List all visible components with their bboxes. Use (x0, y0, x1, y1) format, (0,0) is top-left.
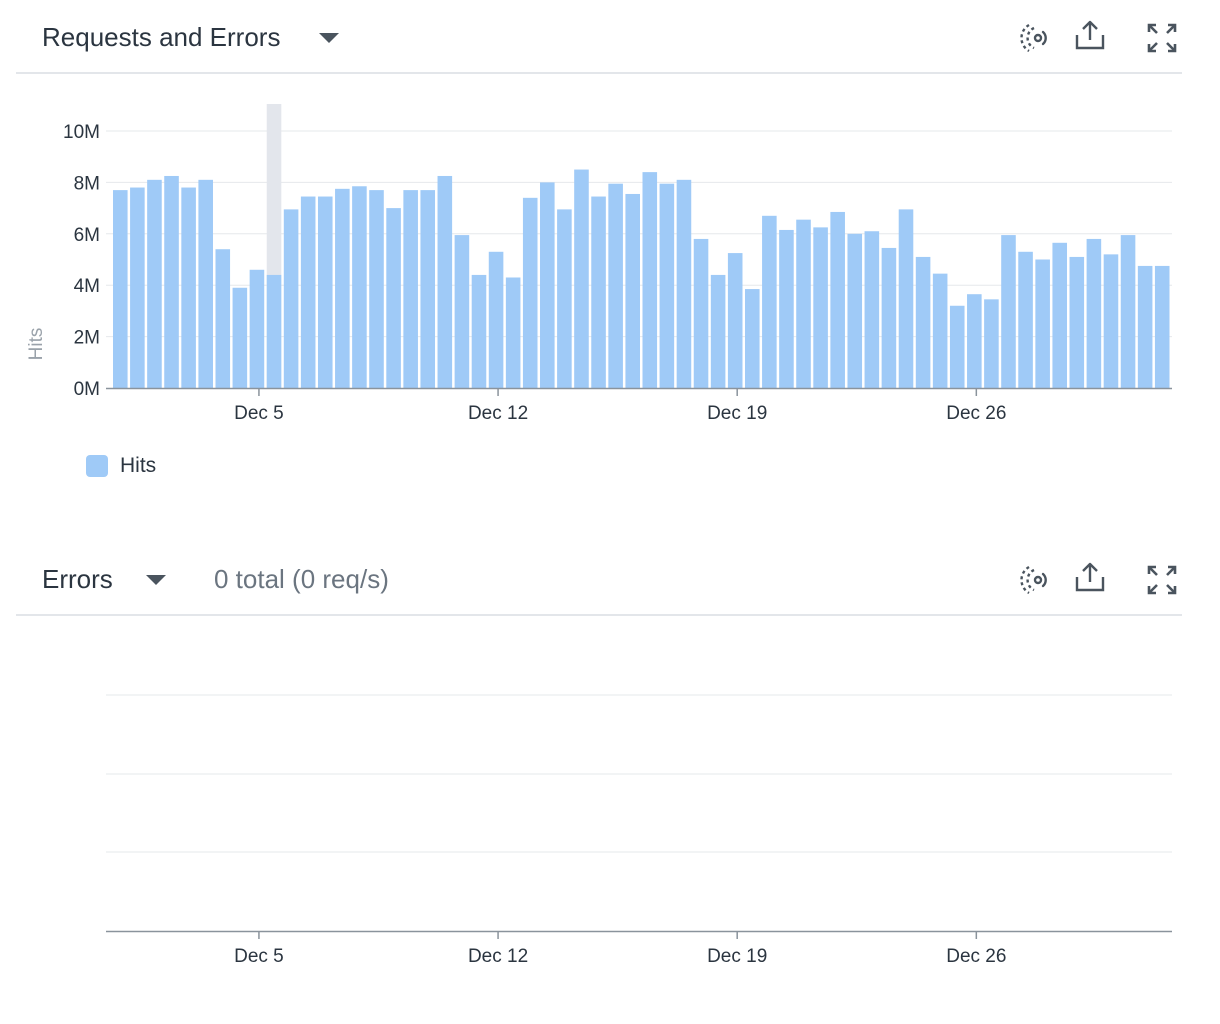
x-tick-label: Dec 26 (946, 946, 1006, 967)
errors-panel-title: Errors (42, 564, 113, 594)
bar-hits[interactable] (932, 273, 948, 388)
bar-hits[interactable] (1086, 238, 1102, 388)
hits-bar-chart: 0M 2M 4M 6M 8M 10M Dec 5 Dec 12 Dec 19 Dec 26 Hi… (26, 104, 1172, 424)
bar-hits[interactable] (659, 183, 675, 388)
errors-bar-chart: Dec 5 Dec 12 Dec 19 Dec 26 (106, 694, 1172, 967)
bar-hits[interactable] (1137, 265, 1153, 388)
bar-hits[interactable] (984, 299, 999, 388)
bar-hits[interactable] (949, 305, 965, 388)
bar-hits[interactable] (300, 196, 316, 388)
bar-hits[interactable] (608, 183, 623, 388)
bar-hits[interactable] (181, 187, 196, 388)
x-tick-label: Dec 12 (468, 403, 528, 424)
bar-hits[interactable] (454, 235, 470, 388)
errors-total-summary: 0 total (0 req/s) (214, 564, 389, 594)
bar-hits[interactable] (915, 256, 931, 388)
x-tick-label: Dec 26 (946, 403, 1006, 424)
bar-hits[interactable] (1154, 265, 1170, 388)
bar-hits[interactable] (198, 179, 213, 388)
expand-fullscreen-icon[interactable] (1144, 20, 1180, 56)
bar-hits[interactable] (283, 209, 299, 388)
bar-hits[interactable] (1052, 242, 1068, 388)
bar-hits[interactable] (249, 269, 265, 388)
bar-hits[interactable] (864, 231, 880, 388)
bar-hits[interactable] (796, 219, 811, 388)
bar-hits[interactable] (779, 229, 794, 388)
export-upload-icon[interactable] (1072, 18, 1108, 54)
bar-hits[interactable] (1120, 235, 1136, 388)
bar-hits[interactable] (642, 172, 658, 388)
bar-hits[interactable] (967, 294, 982, 388)
legend-item-hits[interactable]: Hits (86, 454, 156, 478)
bar-hits[interactable] (710, 274, 726, 388)
legend-swatch (86, 455, 108, 477)
bar-hits[interactable] (881, 247, 897, 388)
bar-hits[interactable] (488, 251, 504, 388)
y-axis-label: Hits (26, 328, 47, 361)
bar-hits[interactable] (727, 253, 743, 388)
bar-hits[interactable] (1103, 254, 1119, 388)
bar-hits[interactable] (1069, 256, 1085, 388)
bar-hits[interactable] (471, 274, 487, 388)
bar-hits[interactable] (369, 190, 384, 388)
bar-hits[interactable] (164, 175, 179, 388)
bar-hits[interactable] (437, 175, 453, 388)
x-tick-label: Dec 19 (707, 403, 767, 424)
bar-hits[interactable] (522, 197, 538, 388)
bar-hits[interactable] (830, 211, 845, 388)
x-tick-label: Dec 5 (234, 946, 284, 967)
y-tick-label: 2M (74, 328, 100, 349)
bar-hits[interactable] (317, 196, 333, 388)
live-stream-icon[interactable] (1016, 20, 1052, 56)
bar-hits[interactable] (898, 209, 914, 388)
x-tick-label: Dec 19 (707, 946, 767, 967)
legend-label: Hits (120, 454, 157, 477)
bar-hits[interactable] (744, 289, 760, 388)
requests-panel-header: Requests and Errors (16, 0, 1182, 74)
x-tick-label: Dec 5 (234, 403, 284, 424)
y-tick-label: 8M (74, 173, 100, 194)
bar-hits[interactable] (693, 238, 709, 388)
requests-panel-title: Requests and Errors (42, 22, 281, 52)
bar-hits[interactable] (147, 179, 162, 388)
bar-hits[interactable] (557, 209, 572, 388)
bar-hits[interactable] (215, 249, 231, 388)
bar-hits[interactable] (113, 190, 128, 388)
bar-hits[interactable] (625, 193, 640, 388)
bar-hits[interactable] (1035, 259, 1050, 389)
bar-hits[interactable] (847, 233, 863, 388)
bar-hits[interactable] (266, 274, 282, 388)
bar-hits[interactable] (420, 190, 436, 388)
bar-hits[interactable] (403, 190, 418, 388)
errors-title-dropdown-icon[interactable] (146, 575, 166, 585)
bar-hits[interactable] (540, 182, 555, 388)
bar-hits[interactable] (762, 215, 777, 388)
bar-hits[interactable] (676, 179, 692, 388)
bar-hits[interactable] (574, 169, 589, 388)
bar-hits[interactable] (505, 277, 521, 388)
expand-fullscreen-icon[interactable] (1144, 562, 1180, 598)
bar-hits[interactable] (352, 186, 367, 388)
bar-hits[interactable] (130, 187, 145, 388)
y-tick-label: 4M (74, 276, 100, 297)
bar-hits[interactable] (386, 208, 401, 388)
errors-panel-header: Errors 0 total (0 req/s) (16, 542, 1182, 616)
live-stream-icon[interactable] (1016, 562, 1052, 598)
bar-hits[interactable] (1001, 235, 1016, 388)
bar-hits[interactable] (813, 227, 828, 388)
y-tick-label: 10M (63, 122, 100, 143)
x-tick-label: Dec 12 (468, 946, 528, 967)
requests-title-dropdown-icon[interactable] (319, 33, 339, 43)
bar-hits[interactable] (1018, 251, 1033, 388)
bar-hits[interactable] (232, 287, 248, 388)
export-upload-icon[interactable] (1072, 560, 1108, 596)
bar-hits[interactable] (591, 196, 606, 388)
bar-hits[interactable] (335, 188, 350, 388)
y-tick-label: 6M (74, 225, 100, 246)
y-tick-label: 0M (74, 379, 100, 400)
